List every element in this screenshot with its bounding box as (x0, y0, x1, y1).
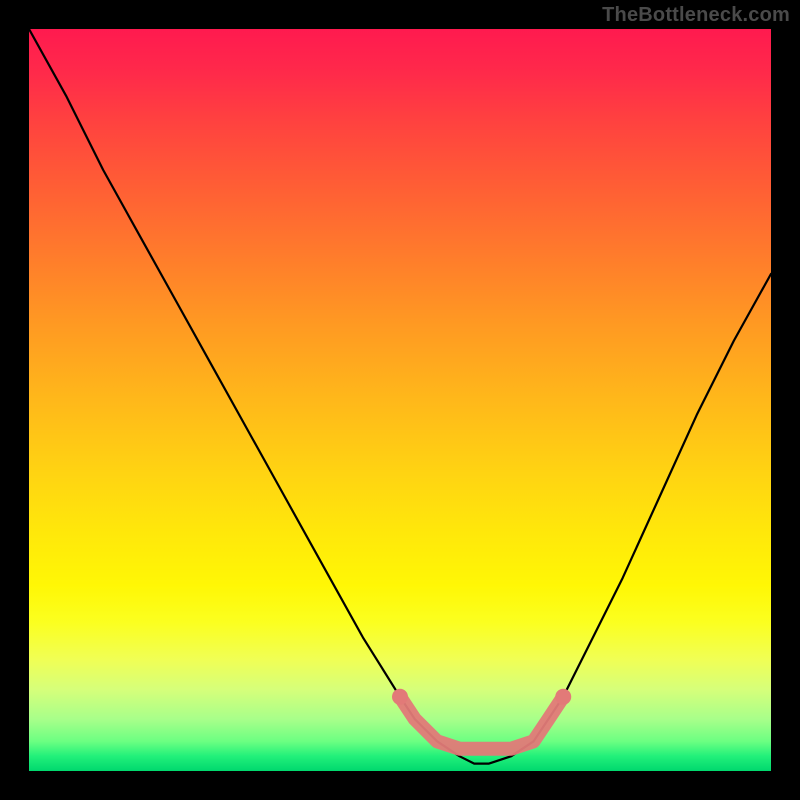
highlight-band-path (400, 697, 563, 749)
highlight-endpoint-right (555, 689, 571, 705)
plot-area (29, 29, 771, 771)
curve-layer (29, 29, 771, 771)
bottleneck-curve-path (29, 29, 771, 764)
highlight-endpoint-left (392, 689, 408, 705)
chart-frame: TheBottleneck.com (0, 0, 800, 800)
watermark-text: TheBottleneck.com (602, 4, 790, 27)
